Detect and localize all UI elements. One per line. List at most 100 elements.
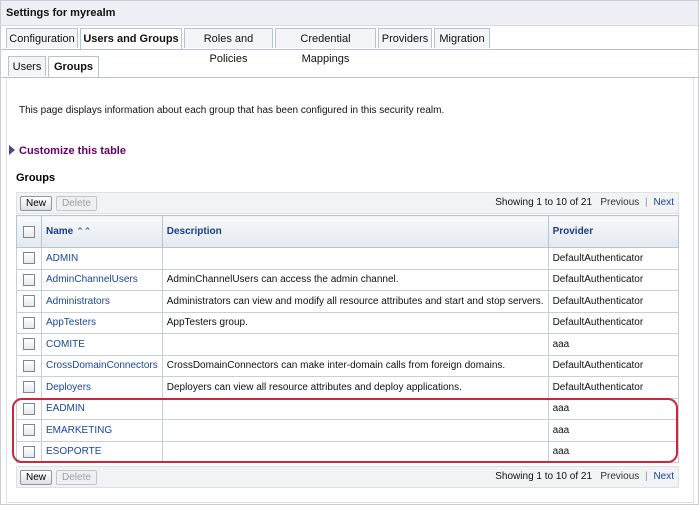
group-name-link[interactable]: Deployers <box>41 376 163 399</box>
group-name-link[interactable]: EADMIN <box>41 397 163 420</box>
tab-roles-and-policies[interactable]: Roles and Policies <box>184 28 273 65</box>
new-button[interactable]: New <box>20 196 53 211</box>
table-row: Administrators Administrators can view an… <box>16 290 680 313</box>
row-checkbox-cell <box>16 376 42 399</box>
group-provider: DefaultAuthenticator <box>547 247 680 270</box>
group-description <box>161 440 549 463</box>
delete-button[interactable]: Delete <box>56 196 97 211</box>
table-row: EADMIN aaa <box>16 397 680 420</box>
group-name-link[interactable]: CrossDomainConnectors <box>41 354 163 377</box>
sub-tabs: Users Groups <box>1 56 698 78</box>
customize-label: Customize this table <box>19 145 126 157</box>
group-description <box>161 419 549 442</box>
table-row: EMARKETING aaa <box>16 419 680 442</box>
group-name-link[interactable]: AppTesters <box>41 311 163 334</box>
tab-users-and-groups[interactable]: Users and Groups <box>80 28 182 50</box>
group-description: AppTesters group. <box>161 311 549 334</box>
tab-credential-mappings[interactable]: Credential Mappings <box>275 28 376 65</box>
section-title: Groups <box>16 172 56 184</box>
pager-separator: | <box>645 197 648 208</box>
group-provider: aaa <box>547 333 680 356</box>
group-provider: DefaultAuthenticator <box>547 311 680 334</box>
previous-link[interactable]: Previous <box>600 197 639 208</box>
group-name-link[interactable]: AdminChannelUsers <box>41 268 163 291</box>
row-checkbox[interactable] <box>23 338 35 351</box>
column-header-name-label: Name <box>46 226 74 237</box>
delete-button-bottom[interactable]: Delete <box>56 470 97 485</box>
subtab-groups[interactable]: Groups <box>48 56 99 78</box>
group-provider: aaa <box>547 397 680 420</box>
column-header-description[interactable]: Description <box>161 215 549 248</box>
table-row: Deployers Deployers can view all resource… <box>16 376 680 399</box>
row-checkbox-cell <box>16 311 42 334</box>
table-body: ADMIN DefaultAuthenticator AdminChannelUse… <box>16 247 680 463</box>
row-checkbox[interactable] <box>23 445 35 458</box>
row-checkbox[interactable] <box>23 316 35 329</box>
select-all-cell <box>16 215 42 248</box>
group-description: Deployers can view all resource attribut… <box>161 376 549 399</box>
table-row: COMITE aaa <box>16 333 680 356</box>
main-tabs: Configuration Users and Groups Roles and… <box>1 28 698 65</box>
table-row: AdminChannelUsers AdminChannelUsers can a… <box>16 268 680 291</box>
row-checkbox[interactable] <box>23 359 35 372</box>
tab-configuration[interactable]: Configuration <box>6 28 78 48</box>
table-toolbar-top: New Delete Showing 1 to 10 of 21 Previou… <box>16 192 679 214</box>
pagination: Showing 1 to 10 of 21 Previous | Next <box>495 197 674 208</box>
group-provider: DefaultAuthenticator <box>547 268 680 291</box>
previous-link-bottom[interactable]: Previous <box>600 471 639 482</box>
group-name-link[interactable]: EMARKETING <box>41 419 163 442</box>
group-provider: DefaultAuthenticator <box>547 290 680 313</box>
row-checkbox[interactable] <box>23 252 35 265</box>
group-description: Administrators can view and modify all r… <box>161 290 549 313</box>
row-checkbox[interactable] <box>23 381 35 394</box>
subtab-users[interactable]: Users <box>8 56 46 76</box>
table-row: ADMIN DefaultAuthenticator <box>16 247 680 270</box>
select-all-checkbox[interactable] <box>23 225 35 238</box>
expand-triangle-icon <box>9 145 15 155</box>
group-name-link[interactable]: ESOPORTE <box>41 440 163 463</box>
tab-migration[interactable]: Migration <box>434 28 490 48</box>
groups-table: Name ⌃⌃ Description Provider ADMIN Default… <box>16 215 680 463</box>
tabs-divider <box>1 49 698 50</box>
tab-providers[interactable]: Providers <box>378 28 432 48</box>
row-checkbox-cell <box>16 354 42 377</box>
table-header-row: Name ⌃⌃ Description Provider <box>16 215 680 248</box>
pager-separator-bottom: | <box>645 471 648 482</box>
column-header-name[interactable]: Name ⌃⌃ <box>41 215 163 248</box>
row-checkbox[interactable] <box>23 424 35 437</box>
table-row: AppTesters AppTesters group. DefaultAuthen… <box>16 311 680 334</box>
pagination-bottom: Showing 1 to 10 of 21 Previous | Next <box>495 471 674 482</box>
table-row: CrossDomainConnectors CrossDomainConnecto… <box>16 354 680 377</box>
group-provider: aaa <box>547 419 680 442</box>
row-checkbox-cell <box>16 268 42 291</box>
group-description: AdminChannelUsers can access the admin c… <box>161 268 549 291</box>
row-checkbox[interactable] <box>23 273 35 286</box>
row-checkbox[interactable] <box>23 295 35 308</box>
next-link[interactable]: Next <box>653 197 674 208</box>
group-name-link[interactable]: ADMIN <box>41 247 163 270</box>
showing-count: Showing 1 to 10 of 21 <box>495 197 593 208</box>
title-bar: Settings for myrealm <box>1 1 698 26</box>
new-button-bottom[interactable]: New <box>20 470 53 485</box>
column-header-provider[interactable]: Provider <box>547 215 680 248</box>
row-checkbox-cell <box>16 397 42 420</box>
sort-ascending-icon[interactable]: ⌃⌃ <box>76 226 91 237</box>
settings-panel: Settings for myrealm Configuration Users… <box>0 0 699 505</box>
customize-table-link[interactable]: Customize this table <box>9 145 126 157</box>
showing-count-bottom: Showing 1 to 10 of 21 <box>495 471 593 482</box>
group-provider: DefaultAuthenticator <box>547 354 680 377</box>
row-checkbox[interactable] <box>23 402 35 415</box>
group-name-link[interactable]: COMITE <box>41 333 163 356</box>
group-name-link[interactable]: Administrators <box>41 290 163 313</box>
group-description <box>161 397 549 420</box>
next-link-bottom[interactable]: Next <box>653 471 674 482</box>
window-title: Settings for myrealm <box>6 7 116 19</box>
page-description: This page displays information about eac… <box>19 105 445 116</box>
group-description: CrossDomainConnectors can make inter-dom… <box>161 354 549 377</box>
group-provider: aaa <box>547 440 680 463</box>
table-toolbar-bottom: New Delete Showing 1 to 10 of 21 Previou… <box>16 466 679 488</box>
group-provider: DefaultAuthenticator <box>547 376 680 399</box>
table-row: ESOPORTE aaa <box>16 440 680 463</box>
row-checkbox-cell <box>16 333 42 356</box>
row-checkbox-cell <box>16 247 42 270</box>
